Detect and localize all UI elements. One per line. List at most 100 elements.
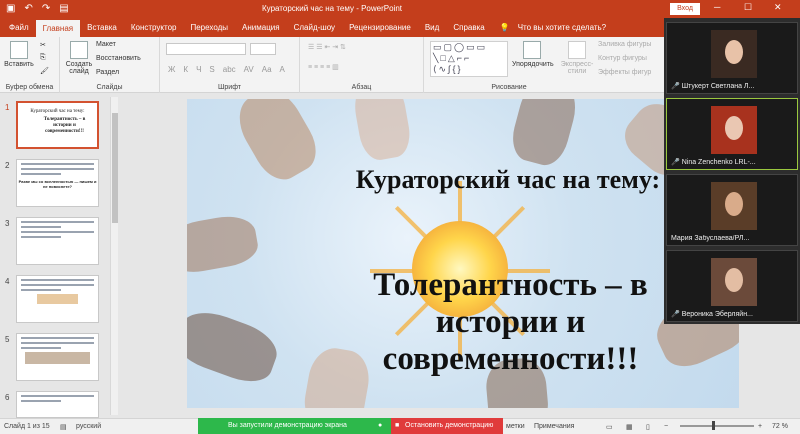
thumbnail-slide-4[interactable] bbox=[16, 275, 99, 323]
thumb-text-line bbox=[21, 279, 94, 281]
minimize-icon[interactable]: ─ bbox=[714, 2, 720, 12]
thumb-image bbox=[37, 294, 78, 304]
quick-styles-button[interactable]: Экспресс-стили bbox=[558, 41, 596, 75]
shadow-button[interactable]: S bbox=[209, 65, 214, 74]
new-slide-button[interactable]: Создать слайд bbox=[64, 41, 94, 75]
thumb-text-line bbox=[21, 226, 61, 228]
thumb-number: 2 bbox=[5, 161, 10, 170]
language-indicator[interactable]: русский bbox=[76, 423, 101, 430]
zoom-in-icon[interactable]: + bbox=[758, 423, 762, 430]
slide-canvas[interactable]: Кураторский час на тему: Толерантность –… bbox=[187, 99, 739, 408]
quick-styles-label: Экспресс-стили bbox=[560, 61, 594, 75]
reset-button[interactable]: Восстановить bbox=[96, 55, 141, 62]
copy-icon[interactable]: ⎘ bbox=[40, 54, 46, 62]
zoom-level[interactable]: 72 % bbox=[772, 423, 788, 430]
thumbnail-slide-6[interactable] bbox=[16, 391, 99, 418]
reading-view-icon[interactable]: ▯ bbox=[646, 423, 650, 431]
scrollbar-thumb[interactable] bbox=[112, 113, 118, 223]
tab-slideshow[interactable]: Слайд-шоу bbox=[287, 18, 342, 37]
tab-help[interactable]: Справка bbox=[446, 18, 491, 37]
thumb-text-line bbox=[21, 337, 94, 339]
tab-animations[interactable]: Анимация bbox=[235, 18, 287, 37]
thumbnail-slide-1[interactable]: Кураторский час на тему: Толерантность –… bbox=[16, 101, 99, 149]
mic-muted-icon: 🎤 bbox=[671, 311, 680, 318]
tab-home[interactable]: Главная bbox=[35, 20, 81, 37]
signin-button[interactable]: Вход bbox=[670, 3, 700, 15]
cut-icon[interactable]: ✂ bbox=[40, 41, 46, 49]
layout-button[interactable]: Макет bbox=[96, 41, 116, 48]
thumb-number: 3 bbox=[5, 219, 10, 228]
thumb-text-line bbox=[21, 236, 61, 238]
font-size-field[interactable] bbox=[250, 43, 276, 55]
maximize-icon[interactable]: ☐ bbox=[744, 2, 752, 13]
normal-view-icon[interactable]: ▭ bbox=[606, 423, 613, 431]
close-icon[interactable]: ✕ bbox=[774, 2, 782, 13]
tab-transitions[interactable]: Переходы bbox=[183, 18, 235, 37]
group-label: Буфер обмена bbox=[5, 84, 54, 91]
zoom-slider[interactable] bbox=[680, 425, 754, 427]
tab-design[interactable]: Конструктор bbox=[124, 18, 184, 37]
thumbnail-slide-2[interactable]: Разве мы со вселенностью — пишем и не по… bbox=[16, 159, 99, 207]
participant-name-row: Мария Забуслаева/РЛ... bbox=[671, 235, 795, 242]
bold-button[interactable]: Ж bbox=[168, 65, 175, 74]
strike-button[interactable]: abc bbox=[223, 65, 236, 74]
face-shape bbox=[725, 40, 743, 64]
format-painter-icon[interactable]: 🖌 bbox=[40, 67, 49, 75]
group-slides: Создать слайд Макет Восстановить Раздел … bbox=[60, 37, 160, 93]
zoom-out-icon[interactable]: − bbox=[664, 423, 668, 430]
participant-name: Штукерт Светлана Л... bbox=[681, 83, 755, 90]
participant-name-row: 🎤 Nina Zenchenko LRL-... bbox=[671, 158, 795, 166]
case-button[interactable]: Aa bbox=[262, 65, 272, 74]
group-label: Рисование bbox=[491, 84, 527, 91]
participant-tile[interactable]: Мария Забуслаева/РЛ... bbox=[666, 174, 798, 246]
thumb-number: 6 bbox=[5, 393, 10, 402]
sorter-view-icon[interactable]: ▦ bbox=[626, 423, 633, 431]
section-button[interactable]: Раздел bbox=[96, 69, 119, 76]
slide-title[interactable]: Кураторский час на тему: bbox=[187, 165, 739, 195]
font-name-field[interactable] bbox=[166, 43, 246, 55]
shape-fill-button[interactable]: Заливка фигуры bbox=[598, 41, 651, 48]
tell-me-search[interactable]: Что вы хотите сделать? bbox=[518, 18, 606, 37]
spacing-button[interactable]: AV bbox=[244, 65, 254, 74]
arrange-button[interactable]: Упорядочить bbox=[512, 41, 554, 68]
shape-outline-button[interactable]: Контур фигуры bbox=[598, 55, 647, 62]
hand-image bbox=[187, 211, 261, 277]
notes-partial[interactable]: метки bbox=[506, 423, 525, 430]
shape-row: ╲□△⌐⌐ bbox=[433, 53, 472, 63]
clipboard-icon bbox=[10, 41, 28, 59]
notes-button[interactable]: Примечания bbox=[534, 423, 574, 430]
italic-button[interactable]: К bbox=[183, 65, 188, 74]
thumbnails-scrollbar[interactable] bbox=[110, 97, 118, 415]
shapes-gallery[interactable]: ▭▢◯▭▭ ╲□△⌐⌐ ⟨∿∫{} bbox=[430, 41, 508, 77]
shape-row: ▭▢◯▭▭ bbox=[433, 42, 488, 52]
thumb-number: 1 bbox=[5, 103, 10, 112]
participant-tile[interactable]: 🎤 Вероника Эберляйн... bbox=[666, 250, 798, 322]
group-label: Слайды bbox=[96, 84, 123, 91]
subtitle-line: современности!!! bbox=[382, 341, 639, 377]
tab-insert[interactable]: Вставка bbox=[80, 18, 124, 37]
underline-button[interactable]: Ч bbox=[196, 65, 201, 74]
shape-effects-button[interactable]: Эффекты фигур bbox=[598, 69, 651, 76]
thumbnail-slide-3[interactable] bbox=[16, 217, 99, 265]
participant-tile[interactable]: 🎤 Штукерт Светлана Л... bbox=[666, 22, 798, 94]
paste-button[interactable]: Вставить bbox=[4, 41, 34, 68]
new-slide-label: Создать слайд bbox=[65, 61, 93, 75]
tab-view[interactable]: Вид bbox=[418, 18, 446, 37]
stop-share-button[interactable]: ■ Остановить демонстрацию bbox=[391, 418, 503, 434]
tab-file[interactable]: Файл bbox=[2, 18, 36, 37]
participant-tile[interactable]: 🎤 Nina Zenchenko LRL-... bbox=[666, 98, 798, 170]
thumb-text-line bbox=[21, 231, 94, 233]
thumbnail-slide-5[interactable] bbox=[16, 333, 99, 381]
participant-video bbox=[711, 258, 757, 306]
face-shape bbox=[725, 192, 743, 216]
thumb-text-line bbox=[21, 395, 94, 397]
tab-review[interactable]: Рецензирование bbox=[342, 18, 418, 37]
zoom-slider-knob[interactable] bbox=[712, 421, 715, 430]
thumb-text-line bbox=[21, 289, 61, 291]
participant-video bbox=[711, 106, 757, 154]
bullets-icon[interactable]: ☰ ☰ ⇤ ⇥ ⇅ bbox=[308, 43, 346, 51]
font-color-button[interactable]: A bbox=[280, 65, 285, 74]
align-icon[interactable]: ≡ ≡ ≡ ≡ ▥ bbox=[308, 63, 339, 71]
thumb-image bbox=[25, 352, 90, 364]
spellcheck-icon[interactable]: ▤ bbox=[60, 423, 67, 431]
